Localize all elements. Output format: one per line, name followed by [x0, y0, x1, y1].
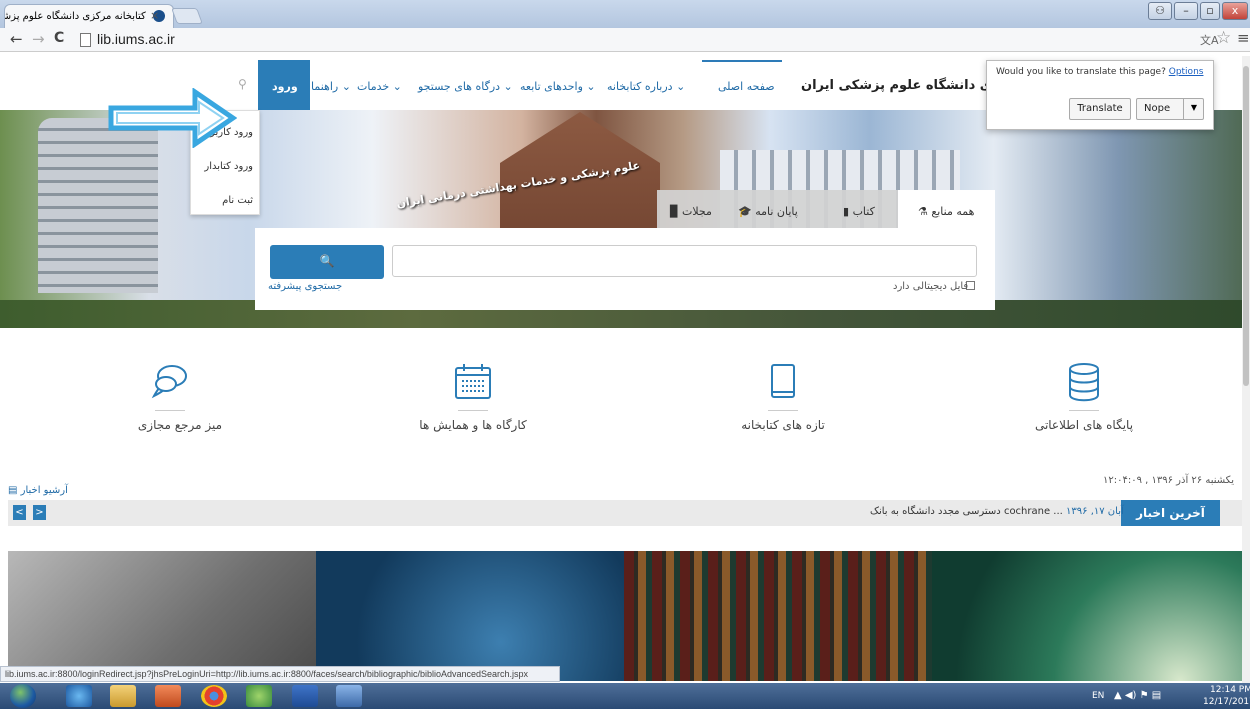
news-next-button[interactable]: >: [33, 505, 46, 520]
tab-label: مجلات: [681, 205, 712, 218]
menu-item-librarian-login[interactable]: ورود کتابدار: [204, 161, 253, 172]
login-label[interactable]: ورود: [272, 80, 298, 93]
news-item-text: دسترسی مجدد دانشگاه به بانک cochrane ...: [870, 506, 1067, 517]
forward-button[interactable]: →: [32, 30, 45, 48]
page-icon: [80, 33, 91, 47]
database-icon[interactable]: [1064, 362, 1104, 402]
user-icon[interactable]: ⚇: [1148, 2, 1172, 20]
book-icon: ▮: [843, 205, 850, 218]
network-app-icon[interactable]: [246, 685, 272, 707]
internet-explorer-icon[interactable]: [66, 685, 92, 707]
active-nav-indicator: [702, 60, 782, 62]
divider: [155, 410, 185, 411]
tab-label: همه منابع: [931, 205, 975, 218]
address-bar[interactable]: lib.iums.ac.ir: [97, 31, 175, 47]
flask-icon: ⚗: [918, 205, 928, 218]
mail-image[interactable]: [316, 551, 624, 681]
news-item[interactable]: دسترسی مجدد دانشگاه به بانک cochrane ...…: [870, 506, 1124, 517]
translate-options-link[interactable]: Options: [1169, 67, 1204, 77]
back-button[interactable]: ←: [10, 30, 23, 48]
windows-taskbar: [0, 683, 1250, 709]
divider: [1069, 410, 1099, 411]
highlight-arrow-icon: [108, 88, 237, 148]
divider: [458, 410, 488, 411]
nav-home[interactable]: صفحه اصلی: [718, 80, 775, 93]
translate-button[interactable]: Translate: [1069, 98, 1131, 120]
archive-label: آرشیو اخبار: [20, 485, 68, 496]
tab-label: پایان نامه: [755, 205, 798, 218]
language-indicator[interactable]: EN: [1092, 691, 1104, 701]
paint-icon[interactable]: [336, 685, 362, 707]
browser-toolbar: [0, 28, 1250, 52]
minimize-button[interactable]: –: [1174, 2, 1198, 20]
word-icon[interactable]: [292, 685, 318, 707]
feature-workshops[interactable]: کارگاه ها و همایش ها: [393, 418, 553, 432]
divider: [768, 410, 798, 411]
feature-new-arrivals[interactable]: تازه های کتابخانه: [703, 418, 863, 432]
tab-theses[interactable]: 🎓 پایان نامه: [738, 205, 798, 218]
calculator-image[interactable]: [8, 551, 316, 681]
chrome-icon[interactable]: [201, 685, 227, 707]
translate-question: Would you like to translate this page? O…: [996, 67, 1203, 77]
reload-button[interactable]: C: [54, 30, 64, 46]
nav-services[interactable]: خدمات ⌄: [357, 80, 402, 93]
nav-help[interactable]: راهنما ⌄: [311, 80, 351, 93]
archive-icon: ▤: [8, 485, 18, 496]
media-player-icon[interactable]: [155, 685, 181, 707]
current-date: یکشنبه ۲۶ آذر ۱۳۹۶ , ۱۲:۰۴:۰۹: [1103, 475, 1234, 486]
digital-file-label: فایل دیجیتالی دارد: [893, 281, 969, 292]
search-icon[interactable]: ⚲: [238, 77, 247, 91]
news-archive-link[interactable]: ▤ آرشیو اخبار: [8, 485, 68, 496]
system-tray-icons[interactable]: ▲ ◀) ⚑ ▤: [1114, 690, 1161, 701]
bookshelf-image[interactable]: [624, 551, 932, 681]
tab-books[interactable]: ▮ کتاب: [843, 205, 875, 218]
graduation-cap-icon: 🎓: [738, 205, 752, 218]
clock-time[interactable]: 12:14 PM: [1210, 685, 1250, 695]
book-icon[interactable]: [763, 362, 803, 402]
clock-image[interactable]: [932, 551, 1242, 681]
chevron-down-icon[interactable]: ▼: [1183, 98, 1204, 120]
browser-tab[interactable]: کتابخانه مرکزی دانشگاه علوم پزشکی ×: [4, 4, 174, 28]
bookmark-star-icon[interactable]: ☆: [1216, 28, 1231, 48]
search-input[interactable]: [392, 245, 977, 277]
new-tab-button[interactable]: [171, 8, 203, 24]
tab-close-icon[interactable]: ×: [150, 9, 159, 22]
status-bar-url: lib.iums.ac.ir:8800/loginRedirect.jsp?jh…: [0, 666, 560, 682]
search-icon: 🔍: [319, 254, 335, 268]
search-button[interactable]: 🔍: [270, 245, 384, 279]
journal-icon: ▉: [670, 205, 679, 218]
window-close-button[interactable]: x: [1222, 2, 1248, 20]
translate-question-text: Would you like to translate this page?: [996, 67, 1166, 77]
calendar-icon[interactable]: [453, 362, 493, 402]
news-prev-button[interactable]: <: [13, 505, 26, 520]
tab-title: کتابخانه مرکزی دانشگاه علوم پزشکی: [4, 11, 146, 22]
tab-all-sources[interactable]: ⚗ همه منابع: [918, 205, 974, 218]
news-item-date: آبان ۱۷, ۱۳۹۶: [1066, 506, 1124, 517]
nav-units[interactable]: واحدهای تابعه ⌄: [520, 80, 596, 93]
clock-date[interactable]: 12/17/2017: [1203, 697, 1250, 707]
latest-news-label: آخرین اخبار: [1121, 500, 1220, 526]
maximize-button[interactable]: ▫: [1200, 2, 1220, 20]
file-explorer-icon[interactable]: [110, 685, 136, 707]
menu-item-register[interactable]: ثبت نام: [222, 195, 253, 206]
menu-icon[interactable]: ≡: [1237, 29, 1250, 47]
tab-label: کتاب: [852, 205, 875, 218]
tab-journals[interactable]: ▉ مجلات: [670, 205, 712, 218]
feature-virtual-reference[interactable]: میز مرجع مجازی: [100, 418, 260, 432]
start-button[interactable]: [10, 684, 36, 708]
nav-search-portals[interactable]: درگاه های جستجو ⌄: [418, 80, 513, 93]
advanced-search-link[interactable]: جستجوی پیشرفته: [268, 281, 342, 292]
chat-icon[interactable]: [150, 362, 190, 402]
scrollbar-thumb[interactable]: [1243, 66, 1249, 386]
nav-about[interactable]: درباره کتابخانه ⌄: [607, 80, 685, 93]
feature-databases[interactable]: پایگاه های اطلاعاتی: [1004, 418, 1164, 432]
